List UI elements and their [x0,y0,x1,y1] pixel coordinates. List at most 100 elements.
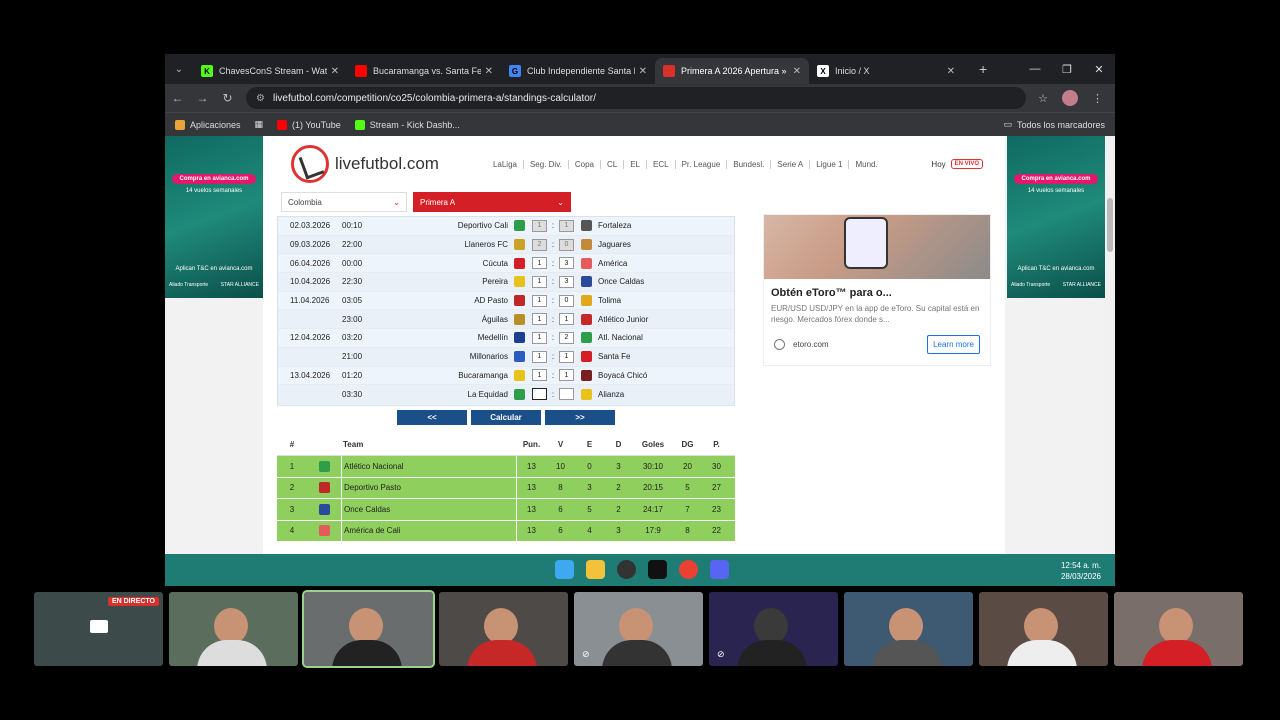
url-text: livefutbol.com/competition/co25/colombia… [272,92,596,104]
league-link[interactable]: Copa [569,159,601,169]
all-bookmarks[interactable]: ▭ Todos los marcadores [1003,119,1115,130]
league-link[interactable]: ECL [647,159,676,169]
country-select[interactable]: Colombia ⌄ [281,192,407,212]
bookmark-grid[interactable]: ▦ [255,119,264,130]
tab-search-button[interactable]: ⌄ [165,54,193,84]
participant-tile[interactable] [302,590,435,668]
league-link[interactable]: Seg. Div. [524,159,569,169]
row-gd: 20 [683,461,692,471]
site-info-icon[interactable]: ⚙ [256,93,265,104]
away-score-input[interactable]: 3 [559,257,574,270]
away-score-input: 0 [559,238,574,251]
away-score-input[interactable]: 1 [559,350,574,363]
forward-icon[interactable]: → [190,91,215,105]
close-tab-icon[interactable]: ✕ [639,66,647,77]
back-icon[interactable]: ← [165,91,190,105]
close-tab-icon[interactable]: ✕ [485,66,493,77]
league-link[interactable]: CL [601,159,625,169]
live-area[interactable]: Hoy EN VIVO [931,159,983,169]
league-link[interactable]: LaLiga [487,159,524,169]
league-link[interactable]: EL [624,159,647,169]
league-link[interactable]: Mund. [849,160,883,169]
away-score-input[interactable]: 2 [559,331,574,344]
participant-tile[interactable] [844,592,973,666]
bookmark-apps[interactable]: Aplicaciones [175,119,241,130]
row-goals: 30:10 [642,461,664,471]
home-score-input[interactable] [532,388,547,401]
browser-tab[interactable]: X Inicio / X ✕ [809,58,963,84]
page-scrollbar[interactable] [1105,136,1115,554]
away-score-input[interactable]: 1 [559,369,574,382]
file-explorer-icon[interactable] [586,560,605,579]
system-clock[interactable]: 12:54 a. m. 28/03/2026 [1061,560,1101,582]
browser-tab[interactable]: K ChavesConS Stream - Watch ✕ [193,58,347,84]
reload-icon[interactable]: ↻ [215,91,240,105]
league-link[interactable]: Serie A [771,159,811,169]
row-team[interactable]: Atlético Nacional [341,456,517,477]
home-crest-icon [514,239,525,251]
tab-title: Club Independiente Santa F [527,66,635,76]
browser-tab[interactable]: Primera A 2026 Apertura » C ✕ [655,58,809,84]
league-link[interactable]: Pr. League [676,159,728,169]
row-team[interactable]: Once Caldas [341,499,517,520]
league-link[interactable]: Ligue 1 [810,159,850,169]
away-score-input[interactable]: 3 [559,275,574,288]
away-score-input[interactable]: 0 [559,294,574,307]
learn-more-button[interactable]: Learn more [927,335,980,355]
live-badge[interactable]: EN VIVO [950,159,983,169]
row-gd: 5 [685,483,690,493]
menu-icon[interactable]: ⋮ [1092,92,1103,105]
chrome-icon[interactable] [679,560,698,579]
profile-avatar[interactable] [1062,90,1078,106]
close-window-button[interactable]: ✕ [1083,54,1115,84]
participant-tile[interactable]: ⊘ [709,592,838,666]
tiktok-icon[interactable] [648,560,667,579]
discord-icon[interactable] [710,560,729,579]
next-round-button[interactable]: >> [545,410,615,425]
kick-icon [354,119,365,130]
home-score-input[interactable]: 1 [532,257,547,270]
home-score-input[interactable]: 1 [532,350,547,363]
row-team[interactable]: América de Cali [341,520,517,541]
home-score-input[interactable]: 1 [532,331,547,344]
participant-tile[interactable] [439,592,568,666]
calculate-button[interactable]: Calcular [471,410,541,425]
etoro-ad[interactable]: Obtén eToro™ para o... EUR/USD USD/JPY e… [763,214,991,366]
bookmark-star-icon[interactable]: ☆ [1038,92,1048,105]
obs-icon[interactable] [617,560,636,579]
row-team[interactable]: Deportivo Pasto [341,477,517,498]
participant-tile[interactable] [169,592,298,666]
today-link[interactable]: Hoy [931,160,945,169]
browser-tab[interactable]: G Club Independiente Santa F ✕ [501,58,655,84]
bookmark-kick[interactable]: Stream - Kick Dashb... [354,119,460,130]
tab-title: Inicio / X [835,66,870,76]
side-ad-left[interactable]: Compra en avianca.com 14 vuelos semanale… [165,136,263,298]
new-tab-button[interactable]: + [979,61,987,77]
prev-round-button[interactable]: << [397,410,467,425]
close-tab-icon[interactable]: ✕ [947,66,955,77]
league-link[interactable]: Bundesl. [727,159,772,169]
home-crest-icon [514,276,525,288]
away-score-input[interactable] [559,388,574,401]
browser-tab[interactable]: Bucaramanga vs. Santa Fe (✕ [347,58,501,84]
close-tab-icon[interactable]: ✕ [793,66,801,77]
fixture-time: 23:00 [342,314,363,324]
close-tab-icon[interactable]: ✕ [331,66,339,77]
participant-tile[interactable] [1114,592,1243,666]
home-score-input[interactable]: 1 [532,294,547,307]
restore-button[interactable]: ❐ [1051,54,1083,84]
home-score-input[interactable]: 1 [532,369,547,382]
league-select[interactable]: Primera A ⌄ [413,192,571,212]
home-score-input[interactable]: 1 [532,275,547,288]
windows-start-icon[interactable] [555,560,574,579]
away-score-input[interactable]: 1 [559,313,574,326]
home-score-input[interactable]: 1 [532,313,547,326]
address-bar[interactable]: ⚙ livefutbol.com/competition/co25/colomb… [246,87,1026,109]
minimize-button[interactable]: — [1019,54,1051,84]
bookmark-youtube[interactable]: (1) YouTube [277,119,341,130]
screen-share-tile[interactable]: EN DIRECTO [34,592,163,666]
site-logo[interactable]: livefutbol.com [291,145,439,183]
side-ad-right[interactable]: Compra en avianca.com 14 vuelos semanale… [1007,136,1105,298]
participant-tile[interactable] [979,592,1108,666]
participant-tile[interactable]: ⊘ [574,592,703,666]
